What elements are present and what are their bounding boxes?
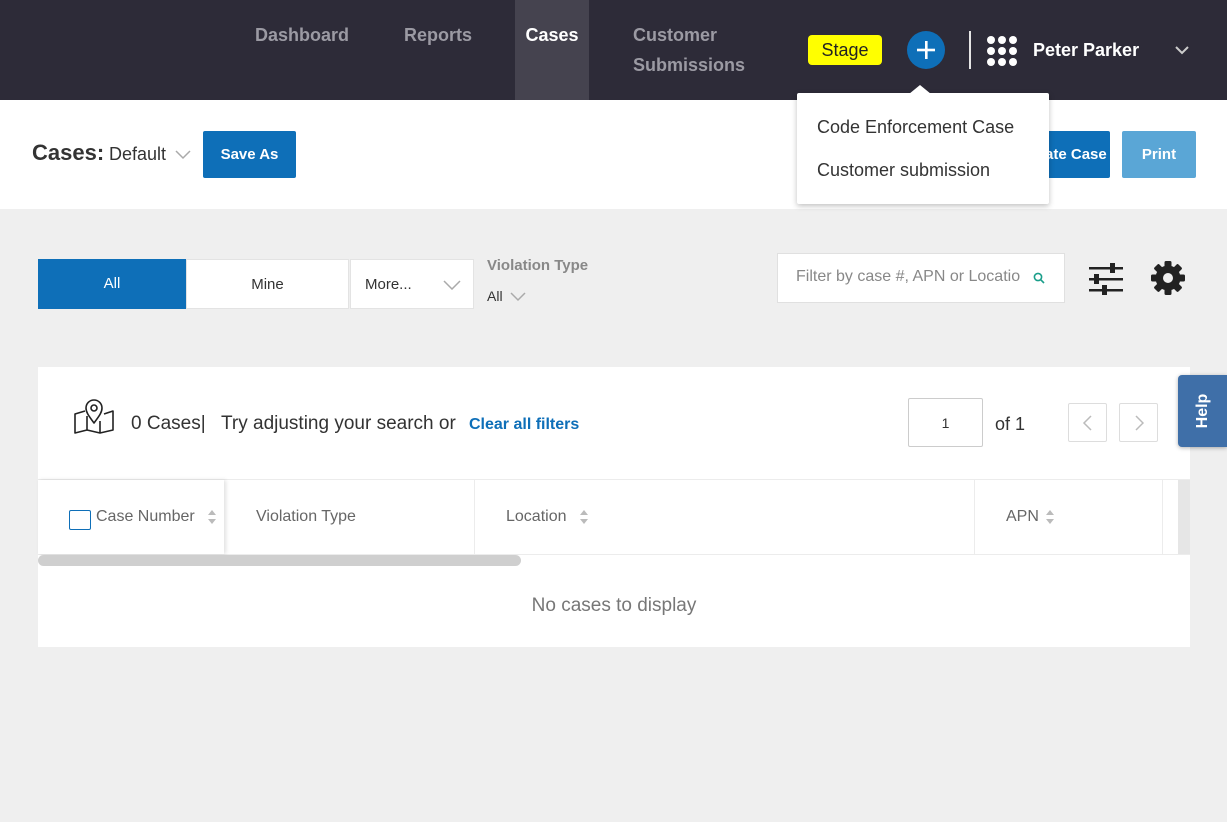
table-header: Case Number Violation Type Location APN [38,479,1190,555]
results-panel: 0 Cases| Try adjusting your search or Cl… [38,367,1190,647]
filter-tab-more-label: More... [365,276,412,293]
top-navbar: Dashboard Reports Cases Customer Submiss… [0,0,1227,100]
nav-customer-submissions[interactable]: Customer Submissions [633,0,763,100]
horizontal-scrollbar[interactable] [38,555,521,566]
column-header-violation-type[interactable]: Violation Type [224,480,475,554]
violation-type-label: Violation Type [487,257,589,274]
chevron-down-icon[interactable] [510,292,526,302]
sort-icon[interactable] [207,509,217,525]
search-box [777,253,1065,303]
help-label: Help [1194,393,1211,429]
clear-filters-link[interactable]: Clear all filters [469,416,579,434]
search-icon[interactable] [1033,272,1045,284]
column-label: Location [506,508,567,525]
page-title: Cases: [32,140,105,165]
case-count: 0 Cases| [131,413,206,434]
chevron-down-icon[interactable] [1174,44,1190,56]
print-button[interactable]: Print [1122,131,1196,178]
chevron-down-icon [443,280,461,290]
filter-tab-all[interactable]: All [38,259,186,309]
map-pin-icon [74,399,114,434]
filter-tab-more[interactable]: More... [350,259,474,309]
chevron-right-icon [1135,415,1145,431]
violation-type-select[interactable]: All [487,288,503,304]
select-all-checkbox[interactable] [69,510,91,530]
column-header-case-number[interactable]: Case Number [38,480,224,554]
column-label: Case Number [96,508,195,525]
help-tab[interactable]: Help [1178,375,1227,447]
create-new-button[interactable] [907,31,945,69]
plus-icon [917,41,935,59]
sort-icon[interactable] [1045,509,1055,525]
search-input[interactable] [796,268,1020,286]
save-as-button[interactable]: Save As [203,131,296,178]
chevron-down-icon[interactable] [175,150,191,160]
menu-caret [909,85,931,94]
apps-grid-icon[interactable] [986,35,1018,67]
view-selector[interactable]: Default [109,144,166,165]
column-header-apn[interactable]: APN [975,480,1163,554]
column-label: Violation Type [256,508,356,525]
nav-divider [969,31,971,69]
filter-sliders-icon[interactable] [1088,263,1124,295]
environment-badge: Stage [808,35,882,65]
sort-icon[interactable] [579,509,589,525]
nav-dashboard[interactable]: Dashboard [255,0,349,100]
column-header-location[interactable]: Location [475,480,975,554]
gear-icon[interactable] [1150,260,1186,296]
page-total: of 1 [995,414,1026,434]
page-number-input[interactable] [908,398,983,447]
column-label: APN [1006,508,1039,525]
menu-item-customer-submission[interactable]: Customer submission [817,160,990,181]
chevron-left-icon [1082,415,1092,431]
next-page-button[interactable] [1119,403,1158,442]
column-header-overflow [1178,480,1190,554]
search-hint: Try adjusting your search or [221,413,456,434]
create-menu: Code Enforcement Case Customer submissio… [797,85,1049,204]
previous-page-button[interactable] [1068,403,1107,442]
menu-item-code-enforcement-case[interactable]: Code Enforcement Case [817,117,1014,138]
user-name[interactable]: Peter Parker [1033,36,1139,64]
nav-cases[interactable]: Cases [515,0,589,100]
nav-reports[interactable]: Reports [404,0,472,100]
empty-state-message: No cases to display [531,595,697,616]
filter-tab-mine[interactable]: Mine [186,259,349,309]
